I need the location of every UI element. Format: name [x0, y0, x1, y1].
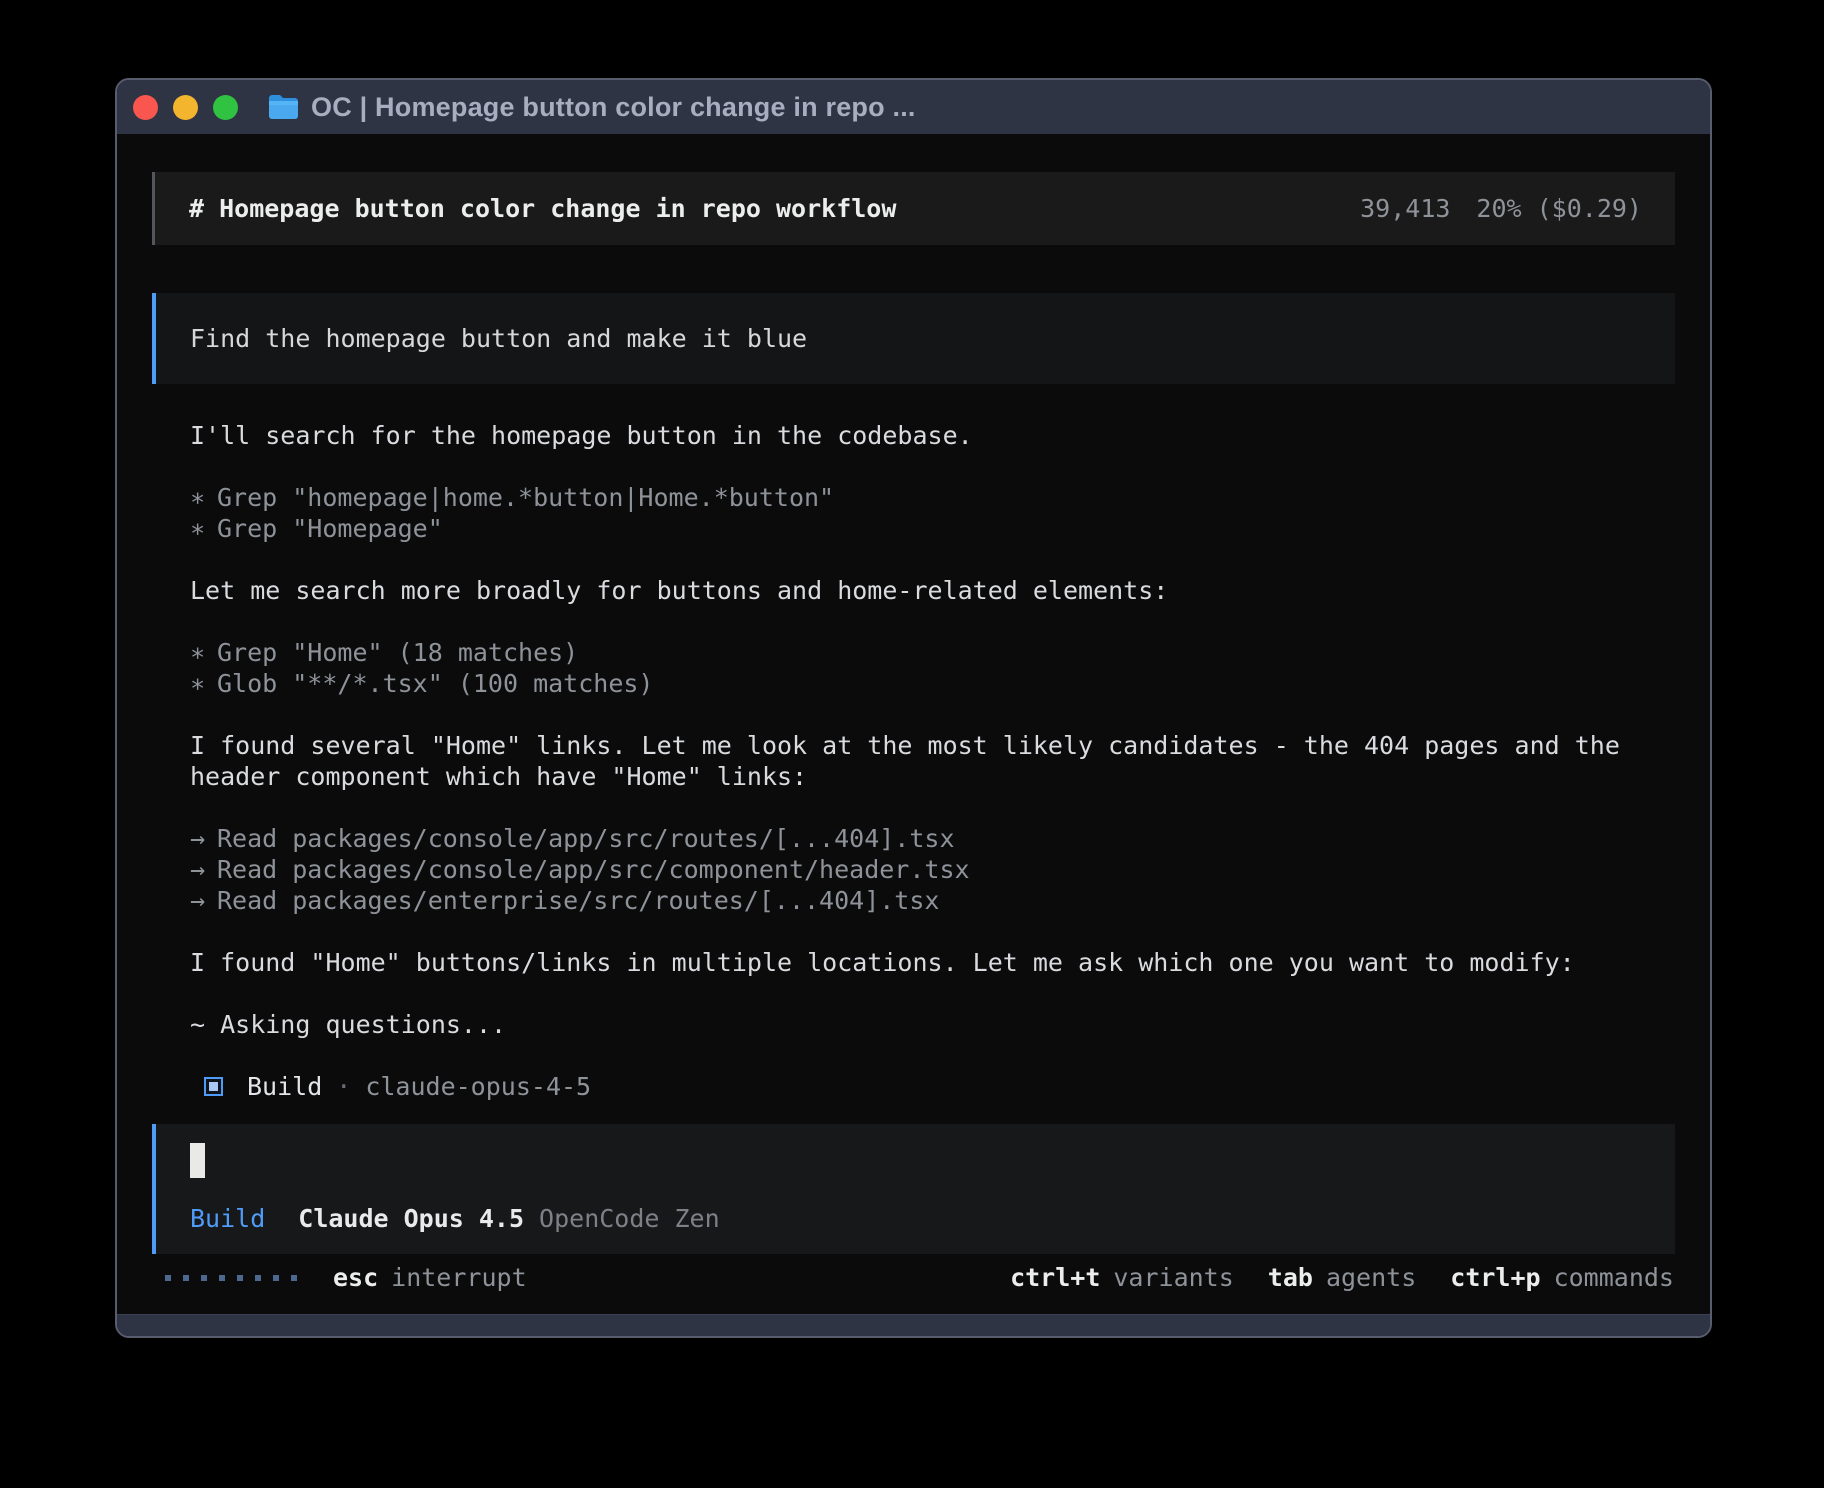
agents-shortcut: tab agents [1268, 1262, 1416, 1293]
input-footer: Build Claude Opus 4.5 OpenCode Zen [190, 1203, 1641, 1234]
shortcut-key: ctrl+t [1010, 1262, 1100, 1293]
input-agent-label[interactable]: Build [190, 1203, 265, 1234]
dot-separator: · [336, 1071, 351, 1102]
tool-call-label: Grep "homepage|home.*button|Home.*button… [217, 483, 834, 512]
tool-bullet-icon: ∗ [190, 637, 217, 668]
tool-call-group: →Read packages/console/app/src/routes/[.… [152, 823, 1675, 916]
tool-call-grep: ∗Grep "Homepage" [190, 513, 1675, 544]
esc-shortcut: esc interrupt [333, 1262, 527, 1293]
variants-shortcut: ctrl+t variants [1010, 1262, 1234, 1293]
close-button[interactable] [133, 95, 158, 120]
status-bar: esc interrupt ctrl+t variants tab agents… [152, 1262, 1675, 1293]
input-provider-label: OpenCode Zen [539, 1203, 720, 1234]
shortcut-label: interrupt [391, 1262, 526, 1293]
terminal-content: # Homepage button color change in repo w… [117, 134, 1710, 1314]
user-message-text: Find the homepage button and make it blu… [190, 324, 807, 353]
session-header: # Homepage button color change in repo w… [152, 172, 1675, 245]
terminal-window: OC | Homepage button color change in rep… [115, 78, 1712, 1338]
token-count: 39,413 [1360, 193, 1450, 224]
shortcut-key: esc [333, 1262, 378, 1293]
tool-call-label: Grep "Homepage" [217, 514, 443, 543]
tool-call-glob: ∗Glob "**/*.tsx" (100 matches) [190, 668, 1675, 699]
window-title: OC | Homepage button color change in rep… [311, 92, 916, 123]
read-arrow-icon: → [190, 885, 217, 916]
desktop-background: OC | Homepage button color change in rep… [0, 0, 1824, 1488]
assistant-text: Let me search more broadly for buttons a… [190, 575, 1652, 606]
shortcut-hints: ctrl+t variants tab agents ctrl+p comman… [1010, 1262, 1674, 1293]
zoom-button[interactable] [213, 95, 238, 120]
read-arrow-icon: → [190, 823, 217, 854]
tool-bullet-icon: ∗ [190, 513, 217, 544]
shortcut-label: agents [1326, 1262, 1416, 1293]
tool-call-read: →Read packages/console/app/src/component… [190, 854, 1675, 885]
input-model-label[interactable]: Claude Opus 4.5 [298, 1203, 524, 1234]
assistant-text: I found several "Home" links. Let me loo… [190, 730, 1652, 792]
window-bottom-frame [117, 1314, 1710, 1336]
context-cost: 20% ($0.29) [1476, 193, 1642, 224]
tool-call-label: Read packages/enterprise/src/routes/[...… [217, 886, 939, 915]
tool-call-label: Read packages/console/app/src/routes/[..… [217, 824, 955, 853]
assistant-text: I'll search for the homepage button in t… [190, 420, 1652, 451]
shortcut-label: variants [1113, 1262, 1233, 1293]
tool-call-label: Glob "**/*.tsx" (100 matches) [217, 669, 654, 698]
prompt-input[interactable]: Build Claude Opus 4.5 OpenCode Zen [152, 1124, 1675, 1254]
session-title: # Homepage button color change in repo w… [189, 193, 896, 224]
agent-name: Build [247, 1071, 322, 1102]
shortcut-key: tab [1268, 1262, 1313, 1293]
title-bar[interactable]: OC | Homepage button color change in rep… [117, 80, 1710, 134]
tool-call-read: →Read packages/console/app/src/routes/[.… [190, 823, 1675, 854]
session-stats: 39,413 20% ($0.29) [1360, 193, 1642, 224]
tool-call-label: Grep "Home" (18 matches) [217, 638, 578, 667]
tool-call-read: →Read packages/enterprise/src/routes/[..… [190, 885, 1675, 916]
tool-call-group: ∗Grep "homepage|home.*button|Home.*butto… [152, 482, 1675, 544]
tool-call-grep: ∗Grep "homepage|home.*button|Home.*butto… [190, 482, 1675, 513]
folder-icon [268, 94, 299, 120]
tool-call-label: Read packages/console/app/src/component/… [217, 855, 970, 884]
text-cursor [190, 1143, 205, 1178]
spinner-dots-icon [165, 1275, 297, 1281]
agent-model: claude-opus-4-5 [365, 1071, 591, 1102]
tool-call-group: ∗Grep "Home" (18 matches) ∗Glob "**/*.ts… [152, 637, 1675, 699]
agent-indicator: Build · claude-opus-4-5 [204, 1071, 1675, 1102]
tool-bullet-icon: ∗ [190, 668, 217, 699]
traffic-lights [133, 95, 238, 120]
agent-square-icon [204, 1077, 223, 1096]
assistant-text: I found "Home" buttons/links in multiple… [190, 947, 1652, 978]
commands-shortcut: ctrl+p commands [1450, 1262, 1674, 1293]
shortcut-label: commands [1554, 1262, 1674, 1293]
user-message: Find the homepage button and make it blu… [152, 293, 1675, 384]
tool-bullet-icon: ∗ [190, 482, 217, 513]
read-arrow-icon: → [190, 854, 217, 885]
working-status: ~ Asking questions... [190, 1009, 1675, 1040]
tool-call-grep: ∗Grep "Home" (18 matches) [190, 637, 1675, 668]
shortcut-key: ctrl+p [1450, 1262, 1540, 1293]
minimize-button[interactable] [173, 95, 198, 120]
